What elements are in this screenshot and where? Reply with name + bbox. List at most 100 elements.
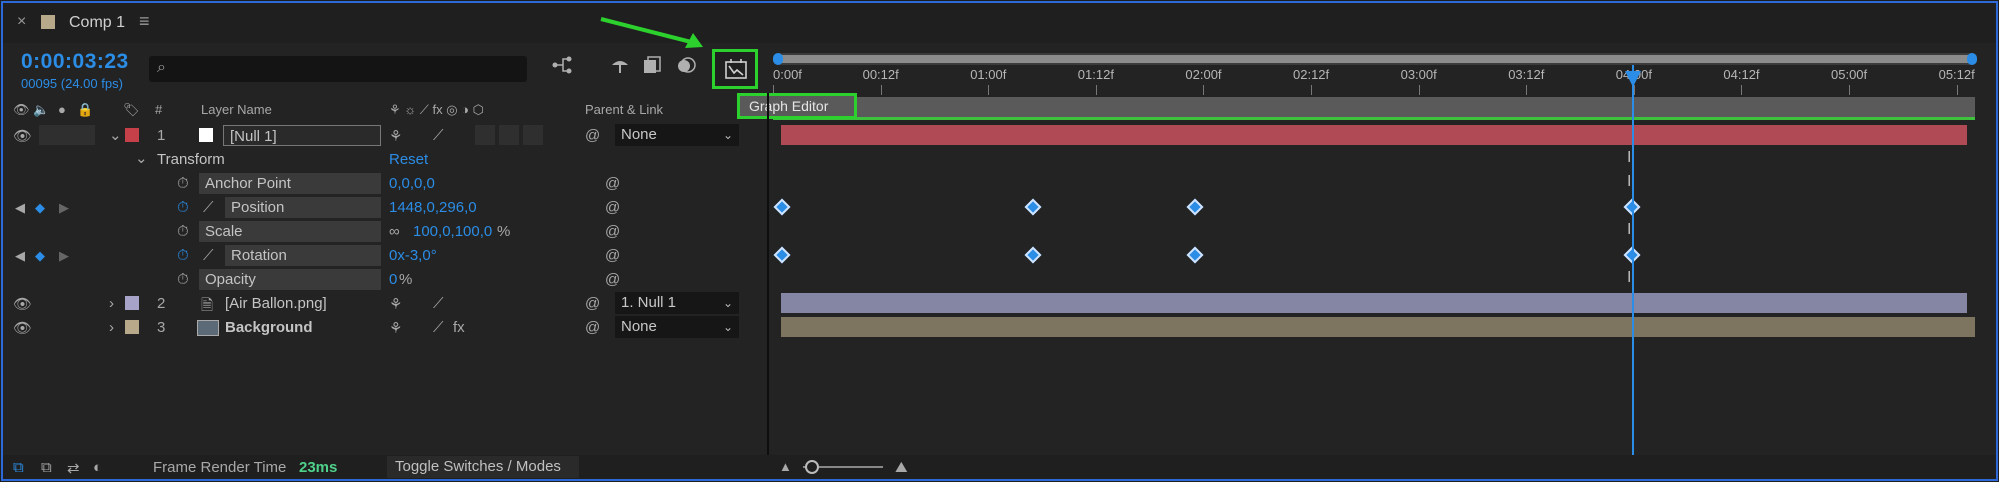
stopwatch-icon[interactable]: ⏱: [177, 175, 189, 192]
panel-menu-icon[interactable]: ≡: [139, 11, 150, 32]
layer-name[interactable]: [Air Ballon.png]: [225, 295, 327, 312]
graph-toggle-icon[interactable]: ⟋: [203, 247, 214, 264]
in-out-icon[interactable]: ⇄: [67, 459, 80, 477]
layer-2-track[interactable]: [773, 291, 1975, 315]
frame-blending-icon[interactable]: [639, 55, 665, 81]
layer-search-input[interactable]: ⌕: [149, 56, 527, 82]
comp-tab-title[interactable]: Comp 1: [69, 14, 125, 32]
eye-icon[interactable]: 👁: [13, 127, 32, 145]
layer-name[interactable]: Background: [225, 319, 313, 336]
keyframe[interactable]: [773, 246, 791, 264]
motion-blur-icon[interactable]: [673, 55, 699, 81]
shy-layers-icon[interactable]: [607, 55, 633, 81]
quality-switch-icon[interactable]: ⟋: [433, 319, 444, 336]
stopwatch-icon[interactable]: ⏱: [177, 223, 189, 240]
motion-blur-switch[interactable]: [499, 125, 519, 145]
audio-switch[interactable]: [39, 125, 59, 145]
audio-column-icon[interactable]: 🔈: [33, 102, 49, 118]
stopwatch-active-icon[interactable]: ⏱: [177, 247, 189, 264]
keyframe[interactable]: [1024, 246, 1042, 264]
layer-2-duration-bar[interactable]: [781, 293, 1967, 313]
toggle-switches-modes-button[interactable]: Toggle Switches / Modes: [387, 456, 579, 478]
layer-3-track[interactable]: [773, 315, 1975, 339]
work-area-bar[interactable]: [773, 97, 1975, 117]
add-keyframe-icon[interactable]: ◆: [35, 200, 45, 216]
zoom-in-icon[interactable]: ⛰: [895, 459, 908, 476]
label-column-icon[interactable]: 🏷: [123, 102, 140, 118]
rotation-keyframe-track[interactable]: [773, 243, 1975, 267]
property-row-anchor-point[interactable]: ⏱ Anchor Point 0,0,0,0 @: [3, 171, 767, 195]
solo-switch[interactable]: [57, 125, 77, 145]
parent-dropdown[interactable]: 1. Null 1 ⌄: [615, 292, 739, 314]
parent-dropdown[interactable]: None ⌄: [615, 316, 739, 338]
transfer-controls-icon[interactable]: ⧉: [41, 459, 52, 476]
navigator-start-handle[interactable]: [773, 53, 783, 65]
layer-label-color[interactable]: [125, 320, 139, 334]
quality-switch-icon[interactable]: ⟋: [433, 295, 444, 312]
close-tab-icon[interactable]: ×: [17, 13, 26, 31]
zoom-out-icon[interactable]: ▲: [779, 459, 792, 474]
next-keyframe-icon[interactable]: ▶: [59, 248, 69, 264]
visibility-column-icon[interactable]: 👁: [13, 102, 30, 118]
switches-header-icons[interactable]: ⚘ ☼ ⟋ fx ◎ ◑ ⬡: [389, 102, 484, 118]
layer-name-header[interactable]: Layer Name: [201, 102, 272, 117]
chevron-right-icon[interactable]: ›: [109, 319, 114, 336]
keyframe[interactable]: [1186, 198, 1204, 216]
transform-group-row[interactable]: ⌄ Transform Reset: [3, 147, 767, 171]
prev-keyframe-icon[interactable]: ◀: [15, 200, 25, 216]
quality-switch-icon[interactable]: ⟋: [433, 127, 444, 144]
parent-link-header[interactable]: Parent & Link: [585, 102, 663, 117]
property-value[interactable]: 0,0,0,0: [389, 175, 435, 192]
lock-switch[interactable]: [75, 125, 95, 145]
chevron-down-icon[interactable]: ⌄: [135, 149, 148, 167]
transform-reset-link[interactable]: Reset: [389, 151, 428, 168]
chevron-right-icon[interactable]: ›: [109, 295, 114, 312]
frame-blend-switch[interactable]: [475, 125, 495, 145]
expression-pick-whip-icon[interactable]: @: [605, 271, 620, 288]
add-keyframe-icon[interactable]: ◆: [35, 248, 45, 264]
expression-pick-whip-icon[interactable]: @: [605, 175, 620, 192]
keyframe[interactable]: [1024, 198, 1042, 216]
parent-dropdown[interactable]: None ⌄: [615, 124, 739, 146]
property-row-position[interactable]: ◀ ◆ ▶ ⏱ ⟋ Position 1448,0,296,0 @: [3, 195, 767, 219]
layer-row-1[interactable]: 👁 ⌄ 1 [Null 1] ⚘ ⟋ @ None ⌄: [3, 123, 767, 147]
layer-row-2[interactable]: 👁 › 2 🗎 [Air Ballon.png] ⚘ ⟋ @ 1. Null 1…: [3, 291, 767, 315]
chevron-down-icon[interactable]: ⌄: [109, 126, 122, 144]
keyframe[interactable]: [773, 198, 791, 216]
layer-name[interactable]: [Null 1]: [223, 125, 381, 146]
playhead-line[interactable]: [1632, 65, 1634, 457]
time-navigator[interactable]: [773, 53, 1977, 65]
shy-switch-icon[interactable]: ⚘: [389, 295, 402, 313]
adjustment-switch[interactable]: [523, 125, 543, 145]
graph-editor-button[interactable]: [712, 49, 758, 89]
eye-icon[interactable]: 👁: [13, 319, 32, 337]
constrain-proportions-icon[interactable]: ∞: [389, 223, 400, 240]
comp-mini-flowchart-icon[interactable]: [549, 55, 575, 81]
current-time-display[interactable]: 0:00:03:23: [21, 50, 129, 74]
position-keyframe-track[interactable]: [773, 195, 1975, 219]
layer-switches-icon[interactable]: ⧉: [13, 459, 24, 476]
prev-keyframe-icon[interactable]: ◀: [15, 248, 25, 264]
pick-whip-icon[interactable]: @: [585, 319, 600, 336]
layer-1-track[interactable]: [773, 123, 1975, 147]
layer-number-header[interactable]: #: [155, 102, 162, 117]
layer-3-duration-bar[interactable]: [781, 317, 1975, 337]
fx-switch-icon[interactable]: fx: [453, 319, 465, 336]
navigator-end-handle[interactable]: [1967, 53, 1977, 65]
lock-column-icon[interactable]: 🔒: [77, 102, 93, 118]
time-ruler[interactable]: 0:00f 00:12f 01:00f 01:12f 02:00f 02:12f 03:00…: [773, 67, 1977, 97]
layer-label-color[interactable]: [125, 128, 139, 142]
playhead-handle[interactable]: [1625, 71, 1641, 87]
graph-toggle-icon[interactable]: ⟋: [203, 199, 214, 216]
property-row-opacity[interactable]: ⏱ Opacity 0 % @: [3, 267, 767, 291]
render-time-icon[interactable]: ◐: [93, 459, 102, 476]
shy-switch-icon[interactable]: ⚘: [389, 127, 402, 145]
property-value[interactable]: 0: [389, 271, 397, 288]
property-value[interactable]: 1448,0,296,0: [389, 199, 477, 216]
property-row-rotation[interactable]: ◀ ◆ ▶ ⏱ ⟋ Rotation 0x-3,0° @: [3, 243, 767, 267]
property-value[interactable]: 0x-3,0°: [389, 247, 437, 264]
zoom-slider-knob[interactable]: [805, 460, 819, 474]
property-value[interactable]: 100,0,100,0: [413, 223, 492, 240]
stopwatch-icon[interactable]: ⏱: [177, 271, 189, 288]
eye-icon[interactable]: 👁: [13, 295, 32, 313]
